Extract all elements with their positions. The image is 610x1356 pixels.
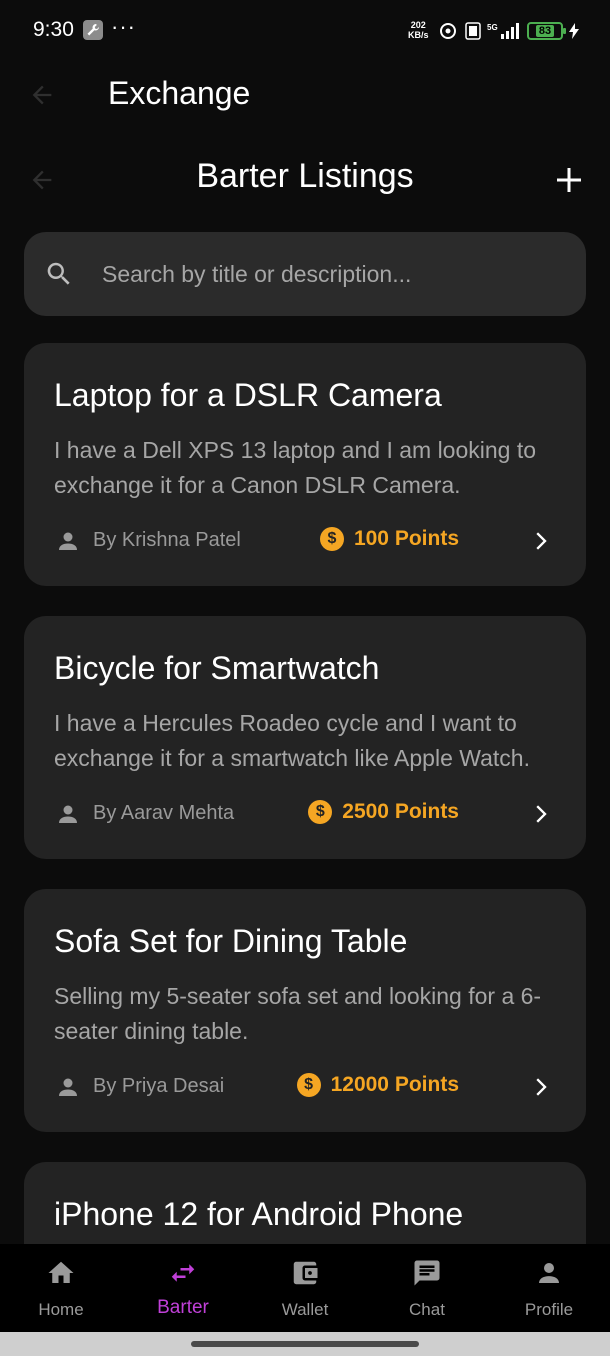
chevron-right-icon[interactable] xyxy=(528,527,556,555)
wrench-icon xyxy=(83,20,103,40)
listing-points: $ 12000 Points xyxy=(296,1073,459,1097)
nav-wallet[interactable]: Wallet xyxy=(244,1244,366,1332)
coin-icon: $ xyxy=(319,527,344,551)
chevron-right-icon[interactable] xyxy=(528,800,556,828)
wallet-icon xyxy=(293,1261,318,1285)
listing-card[interactable]: Bicycle for Smartwatch I have a Hercules… xyxy=(24,616,586,859)
swap-icon xyxy=(171,1264,195,1282)
listing-card[interactable]: Sofa Set for Dining Table Selling my 5-s… xyxy=(24,889,586,1132)
nav-label: Profile xyxy=(524,1300,574,1319)
listing-title: iPhone 12 for Android Phone xyxy=(54,1196,464,1232)
nav-barter[interactable]: Barter xyxy=(122,1244,244,1332)
add-listing-button[interactable] xyxy=(548,159,590,201)
page-title: Exchange xyxy=(108,75,251,111)
battery-icon: 83 xyxy=(527,22,566,40)
listing-author: By Priya Desai xyxy=(93,1075,225,1097)
listing-points: $ 2500 Points xyxy=(308,800,459,824)
more-notifications-icon: ··· xyxy=(111,14,136,39)
nav-home[interactable]: Home xyxy=(0,1244,122,1332)
nav-label: Home xyxy=(38,1300,84,1319)
nav-label: Barter xyxy=(157,1297,209,1318)
listing-description: I have a Hercules Roadeo cycle and I wan… xyxy=(54,710,530,771)
volte-icon xyxy=(465,22,481,40)
nav-chat[interactable]: Chat xyxy=(366,1244,488,1332)
home-gesture-handle[interactable] xyxy=(191,1341,419,1347)
listing-author: By Aarav Mehta xyxy=(93,802,235,824)
listing-author: By Krishna Patel xyxy=(93,529,241,551)
points-value: 100 Points xyxy=(353,527,459,550)
nav-profile[interactable]: Profile xyxy=(488,1244,610,1332)
nav-label: Wallet xyxy=(281,1300,329,1319)
back-button[interactable] xyxy=(22,75,62,115)
charging-icon xyxy=(569,23,579,39)
chat-icon xyxy=(414,1260,440,1286)
network-speed-unit: KB/s xyxy=(408,30,429,40)
signal-5g-icon: 5G xyxy=(487,23,519,39)
add-icon xyxy=(557,168,581,192)
person-icon xyxy=(59,532,77,550)
listings-header: Barter Listings xyxy=(0,145,610,215)
network-speed-value: 202 xyxy=(410,20,426,30)
system-gesture-area xyxy=(0,1332,610,1356)
svg-text:5G: 5G xyxy=(487,23,498,32)
points-value: 12000 Points xyxy=(330,1073,459,1096)
listing-description: I have a Dell XPS 13 laptop and I am loo… xyxy=(54,437,537,498)
listing-points: $ 100 Points xyxy=(319,527,459,551)
listing-title: Laptop for a DSLR Camera xyxy=(54,377,442,413)
listing-card[interactable]: Laptop for a DSLR Camera I have a Dell X… xyxy=(24,343,586,586)
status-icons: 5G 83 xyxy=(437,20,579,42)
arrow-back-icon xyxy=(32,85,52,105)
search-input[interactable] xyxy=(102,232,562,316)
search-bar xyxy=(24,232,586,316)
coin-icon: $ xyxy=(308,800,333,824)
listings-title: Barter Listings xyxy=(196,157,414,195)
person-icon xyxy=(539,1263,559,1283)
status-bar: 9:30 ··· 202 KB/s 5G 83 xyxy=(0,0,610,60)
barter-listings-screen: 9:30 ··· 202 KB/s 5G 83 Exchange Barter … xyxy=(0,0,610,1356)
hotspot-icon xyxy=(440,23,456,39)
status-time: 9:30 xyxy=(33,18,74,41)
bottom-navigation: Home Barter Wallet Chat Profile xyxy=(0,1244,610,1332)
top-app-bar: Exchange xyxy=(0,60,610,130)
network-speed: 202 KB/s xyxy=(408,20,429,40)
nav-label: Chat xyxy=(409,1300,445,1319)
chevron-right-icon[interactable] xyxy=(528,1073,556,1101)
person-icon xyxy=(59,1078,77,1096)
listing-title: Sofa Set for Dining Table xyxy=(54,923,408,959)
home-icon xyxy=(48,1261,74,1283)
search-icon xyxy=(47,262,70,285)
coin-icon: $ xyxy=(296,1073,321,1097)
points-value: 2500 Points xyxy=(342,800,459,823)
listing-title: Bicycle for Smartwatch xyxy=(54,650,380,686)
listing-description: Selling my 5-seater sofa set and looking… xyxy=(54,983,542,1044)
person-icon xyxy=(59,805,77,823)
battery-level: 83 xyxy=(535,25,555,37)
